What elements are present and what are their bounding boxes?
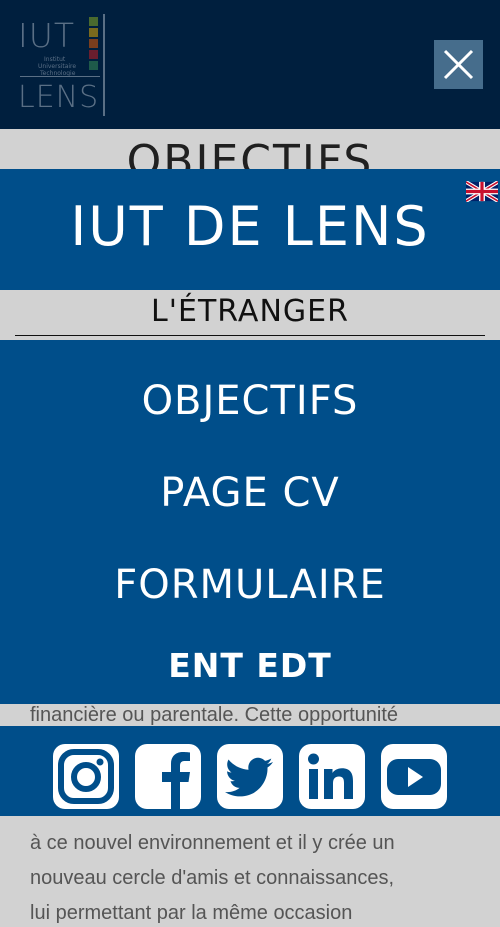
header-bar: IUT Institut Universitaire Technologie L… <box>0 0 500 129</box>
instagram-link[interactable] <box>53 744 119 809</box>
section-label-etranger[interactable]: L'ÉTRANGER <box>0 294 500 329</box>
menu-header-band: IUT DE LENS <box>0 169 500 290</box>
youtube-link[interactable] <box>381 744 447 809</box>
twitter-icon <box>225 757 273 797</box>
twitter-link[interactable] <box>217 744 283 809</box>
facebook-link[interactable] <box>135 744 201 809</box>
instagram-icon <box>58 749 114 804</box>
uk-flag-icon[interactable] <box>466 181 498 202</box>
main-menu: OBJECTIFS PAGE CV FORMULAIRE ENT EDT <box>0 340 500 704</box>
section-divider <box>15 335 485 336</box>
menu-item-ent-edt[interactable]: ENT EDT <box>0 646 500 685</box>
background-text-line: à ce nouvel environnement et il y crée u… <box>30 832 395 854</box>
logo-sub-universitaire: Universitaire <box>38 63 77 70</box>
logo-sub-institut: Institut <box>44 56 66 63</box>
background-text-line: nouveau cercle d'amis et connaissances, <box>30 867 395 889</box>
facebook-icon <box>162 752 190 809</box>
menu-item-formulaire[interactable]: FORMULAIRE <box>0 562 500 608</box>
site-title[interactable]: IUT DE LENS <box>0 195 500 258</box>
close-icon <box>443 49 474 80</box>
background-text-line: financière ou parentale. Cette opportuni… <box>30 704 399 726</box>
iut-lens-logo[interactable]: IUT Institut Universitaire Technologie L… <box>18 14 108 116</box>
menu-item-objectifs[interactable]: OBJECTIFS <box>0 378 500 424</box>
linkedin-link[interactable] <box>299 744 365 809</box>
close-menu-button[interactable] <box>434 40 483 89</box>
menu-item-page-cv[interactable]: PAGE CV <box>0 470 500 516</box>
social-links-band <box>0 726 500 816</box>
logo-text-lens: LENS <box>18 80 100 115</box>
youtube-icon <box>387 759 441 795</box>
logo-text-iut: IUT <box>18 16 76 55</box>
linkedin-icon <box>308 753 353 799</box>
background-text-strip: financière ou parentale. Cette opportuni… <box>0 704 500 726</box>
section-strip: L'ÉTRANGER <box>0 290 500 340</box>
background-text-block: à ce nouvel environnement et il y crée u… <box>0 816 500 927</box>
background-text-line: lui permettant par la même occasion <box>30 902 353 924</box>
